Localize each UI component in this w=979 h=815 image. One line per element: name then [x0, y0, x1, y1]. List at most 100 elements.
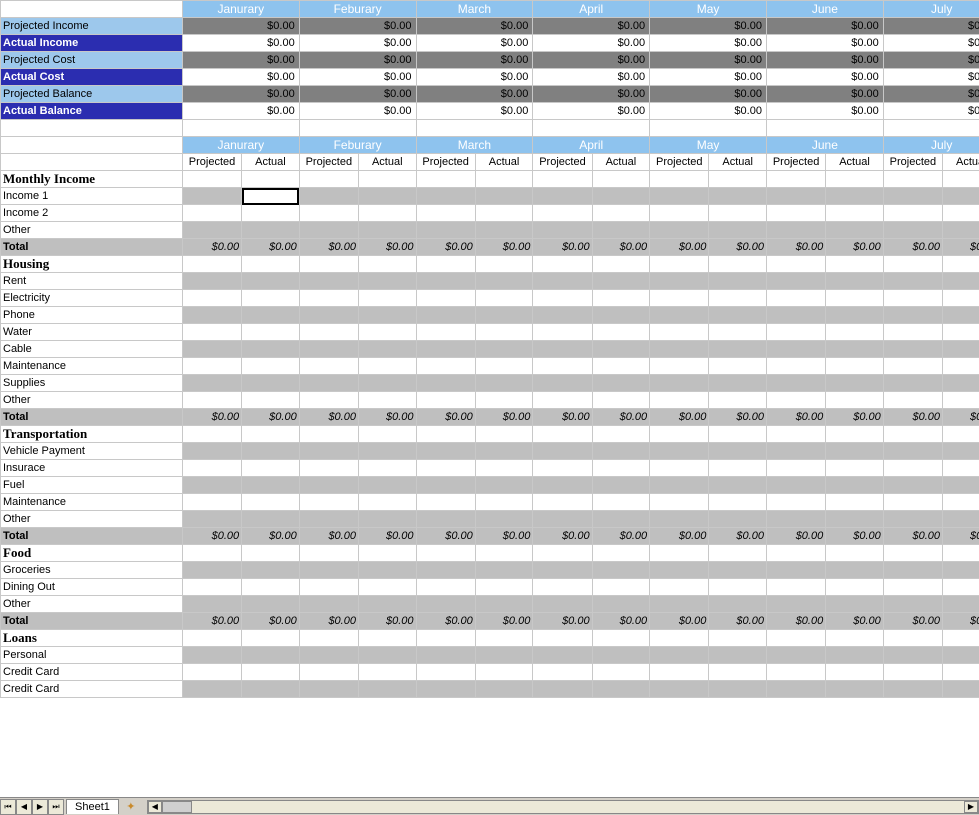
- cell[interactable]: [709, 273, 767, 290]
- cell[interactable]: [533, 460, 592, 477]
- cell[interactable]: [592, 630, 650, 647]
- cell[interactable]: [242, 324, 300, 341]
- cell[interactable]: [182, 630, 241, 647]
- cell[interactable]: [826, 579, 884, 596]
- cell[interactable]: [358, 596, 416, 613]
- cell[interactable]: [299, 579, 358, 596]
- cell[interactable]: [533, 681, 592, 698]
- summary-value[interactable]: $0.00: [299, 86, 416, 103]
- cell[interactable]: [883, 460, 942, 477]
- empty-cell[interactable]: [650, 120, 767, 137]
- hscroll-thumb[interactable]: [162, 801, 192, 813]
- cell[interactable]: [475, 392, 533, 409]
- cell[interactable]: [826, 307, 884, 324]
- summary-value[interactable]: $0.00: [299, 69, 416, 86]
- cell[interactable]: [358, 477, 416, 494]
- cell[interactable]: [592, 205, 650, 222]
- cell[interactable]: [766, 460, 825, 477]
- cell[interactable]: [883, 511, 942, 528]
- cell[interactable]: [883, 324, 942, 341]
- cell[interactable]: [475, 273, 533, 290]
- cell[interactable]: [242, 562, 300, 579]
- cell[interactable]: [182, 477, 241, 494]
- cell[interactable]: [709, 443, 767, 460]
- cell[interactable]: [299, 443, 358, 460]
- cell[interactable]: [358, 188, 416, 205]
- cell[interactable]: [358, 511, 416, 528]
- cell[interactable]: [182, 494, 241, 511]
- cell[interactable]: [182, 205, 241, 222]
- cell[interactable]: [182, 324, 241, 341]
- cell[interactable]: [299, 273, 358, 290]
- cell[interactable]: [650, 222, 709, 239]
- cell[interactable]: [242, 341, 300, 358]
- cell[interactable]: [299, 562, 358, 579]
- cell[interactable]: [358, 307, 416, 324]
- cell[interactable]: [766, 205, 825, 222]
- summary-value[interactable]: $0.00: [766, 52, 883, 69]
- cell[interactable]: [883, 222, 942, 239]
- cell[interactable]: [475, 426, 533, 443]
- cell[interactable]: [592, 596, 650, 613]
- summary-value[interactable]: $0.00: [533, 86, 650, 103]
- cell[interactable]: [943, 392, 979, 409]
- cell[interactable]: [943, 358, 979, 375]
- cell[interactable]: [299, 358, 358, 375]
- cell[interactable]: [416, 222, 475, 239]
- cell[interactable]: [416, 205, 475, 222]
- cell[interactable]: [883, 256, 942, 273]
- cell[interactable]: [709, 341, 767, 358]
- cell[interactable]: [416, 664, 475, 681]
- cell[interactable]: [883, 494, 942, 511]
- cell[interactable]: [475, 358, 533, 375]
- cell[interactable]: [299, 664, 358, 681]
- summary-value[interactable]: $0.00: [182, 35, 299, 52]
- cell[interactable]: [358, 392, 416, 409]
- cell[interactable]: [766, 256, 825, 273]
- cell[interactable]: [416, 341, 475, 358]
- cell[interactable]: [416, 171, 475, 188]
- cell[interactable]: [533, 205, 592, 222]
- empty-cell[interactable]: [766, 120, 883, 137]
- cell[interactable]: [533, 579, 592, 596]
- summary-value[interactable]: $0.00: [182, 69, 299, 86]
- cell[interactable]: [766, 443, 825, 460]
- cell[interactable]: [766, 171, 825, 188]
- cell[interactable]: [943, 443, 979, 460]
- cell[interactable]: [242, 494, 300, 511]
- cell[interactable]: [709, 307, 767, 324]
- cell[interactable]: [358, 324, 416, 341]
- cell[interactable]: [943, 477, 979, 494]
- cell[interactable]: [475, 664, 533, 681]
- cell[interactable]: [533, 647, 592, 664]
- cell[interactable]: [883, 188, 942, 205]
- cell[interactable]: [358, 443, 416, 460]
- cell[interactable]: [883, 545, 942, 562]
- tab-nav-last[interactable]: ⏭: [48, 799, 64, 815]
- cell[interactable]: [650, 188, 709, 205]
- cell[interactable]: [943, 273, 979, 290]
- cell[interactable]: [358, 273, 416, 290]
- cell[interactable]: [242, 273, 300, 290]
- cell[interactable]: [242, 205, 300, 222]
- cell[interactable]: [709, 511, 767, 528]
- cell[interactable]: [826, 545, 884, 562]
- summary-value[interactable]: $0.00: [650, 35, 767, 52]
- cell[interactable]: [299, 426, 358, 443]
- cell[interactable]: [533, 358, 592, 375]
- cell[interactable]: [299, 596, 358, 613]
- cell[interactable]: [709, 188, 767, 205]
- cell[interactable]: [182, 664, 241, 681]
- cell[interactable]: [766, 358, 825, 375]
- cell[interactable]: [299, 188, 358, 205]
- cell[interactable]: [650, 205, 709, 222]
- cell[interactable]: [416, 460, 475, 477]
- cell[interactable]: [182, 596, 241, 613]
- cell[interactable]: [592, 392, 650, 409]
- cell[interactable]: [533, 664, 592, 681]
- hscroll-right[interactable]: ▶: [964, 801, 978, 813]
- cell[interactable]: [650, 307, 709, 324]
- cell[interactable]: [650, 443, 709, 460]
- cell[interactable]: [475, 494, 533, 511]
- cell[interactable]: [709, 477, 767, 494]
